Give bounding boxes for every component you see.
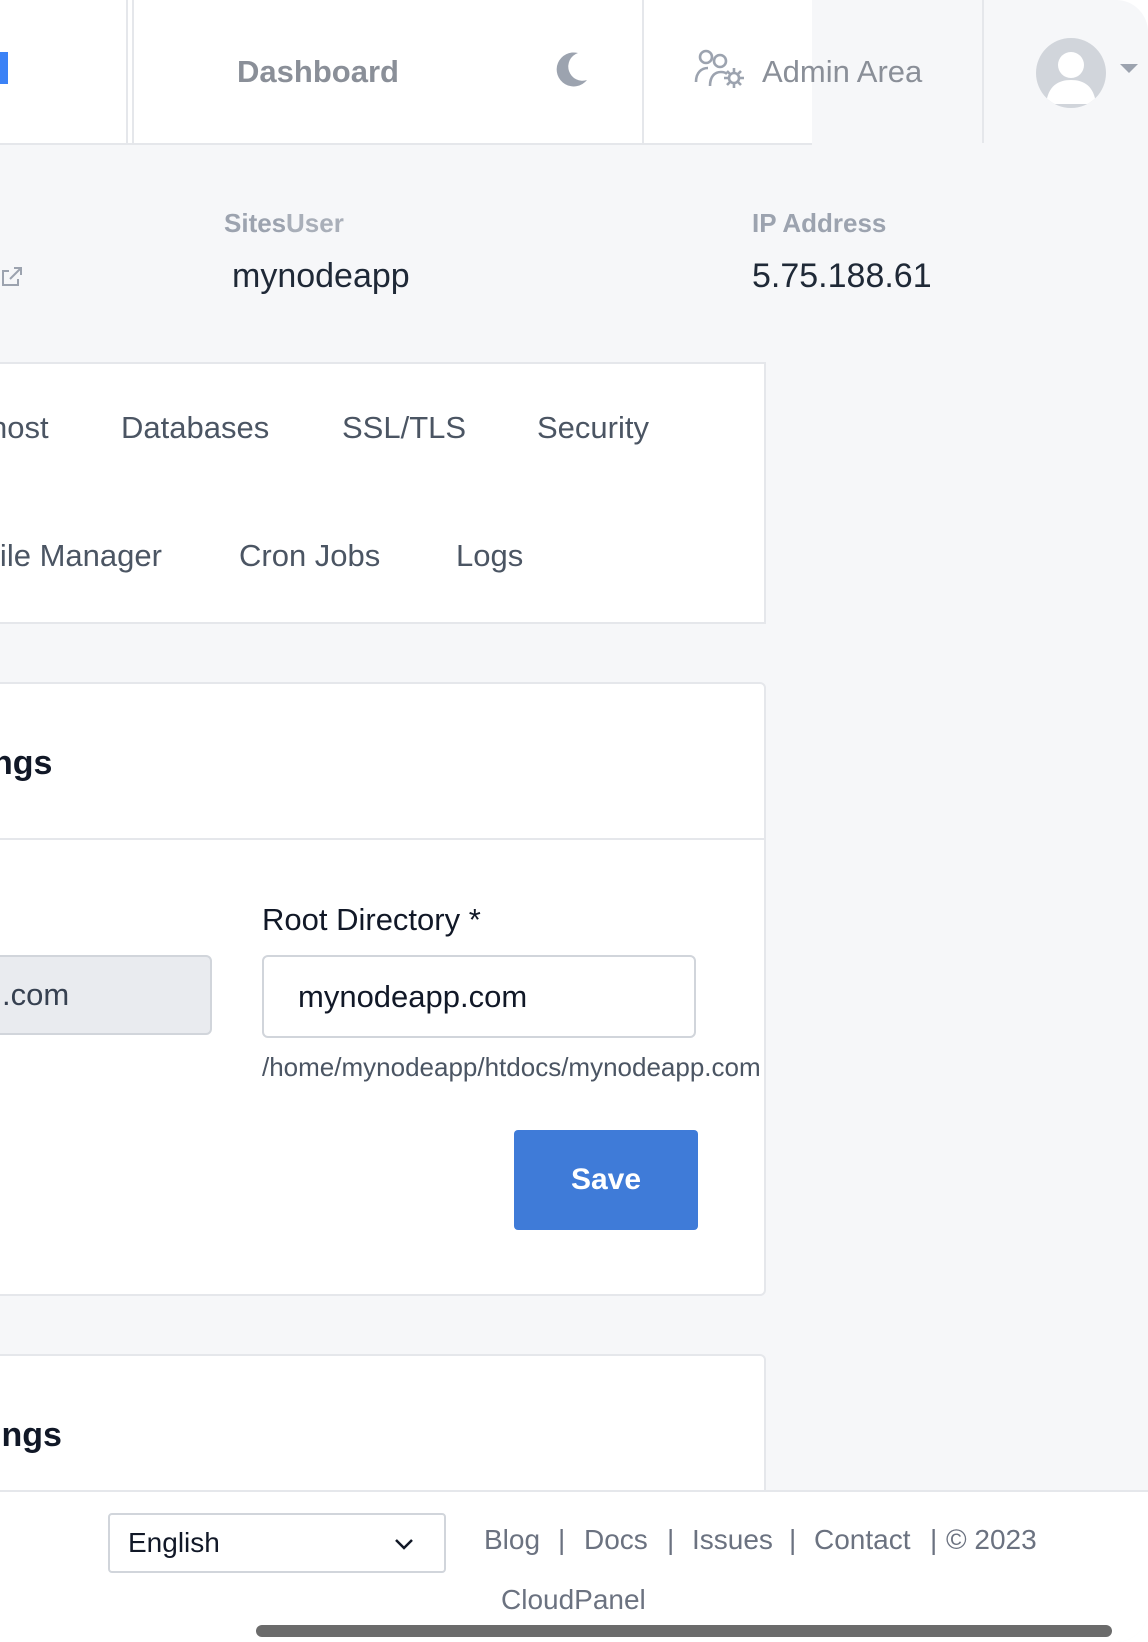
root-directory-label: Root Directory * [262,902,481,937]
external-link-icon[interactable] [0,265,24,294]
footer-link-contact[interactable]: Contact [814,1524,911,1556]
chevron-down-icon[interactable] [1120,64,1138,73]
info-sites-label: Sites [224,208,287,238]
nav-dashboard[interactable]: Dashboard [132,0,502,143]
top-navigation: Dashboard Admin Area [0,0,922,145]
moon-icon [554,50,590,93]
domain-field: .com [0,955,212,1035]
footer-link-issues[interactable]: Issues [692,1524,773,1556]
info-ip-label: IP Address [752,208,887,238]
tab-security[interactable]: Security [537,410,649,446]
nav-admin-area-label: Admin Area [762,53,923,89]
nav-divider [126,0,128,143]
footer-copyright: © 2023 [946,1524,1037,1555]
footer-separator: | [930,1524,938,1555]
tab-file-manager[interactable]: File Manager [0,538,162,574]
root-directory-input[interactable] [262,955,696,1038]
tab-databases[interactable]: Databases [121,410,269,446]
user-avatar-icon[interactable] [1036,38,1106,108]
tab-ssl-tls[interactable]: SSL/TLS [342,410,466,446]
info-user-value: mynodeapp [232,257,410,295]
tab-vhost[interactable]: host [0,410,49,446]
horizontal-scrollbar[interactable] [256,1625,1112,1637]
second-card-title: ings [0,1416,62,1454]
language-select-value: English [128,1527,220,1558]
nav-dashboard-label: Dashboard [237,53,399,89]
settings-card-title: ngs [0,744,53,782]
theme-toggle-button[interactable] [502,0,644,143]
footer-link-docs[interactable]: Docs [584,1524,648,1556]
app-viewport: Dashboard Admin Area Sites User mynodeap… [0,0,1148,1642]
tab-cron-jobs[interactable]: Cron Jobs [239,538,380,574]
footer-separator: | [789,1524,797,1555]
footer-brand[interactable]: CloudPanel [501,1584,646,1616]
root-directory-path: /home/mynodeapp/htdocs/mynodeapp.com [262,1052,761,1082]
domain-field-value: .com [2,977,70,1012]
save-button[interactable]: Save [514,1130,698,1230]
users-gear-icon [662,48,762,96]
brand-logo[interactable] [0,52,8,84]
language-select[interactable]: English [108,1513,446,1573]
nav-admin-area[interactable]: Admin Area [662,0,962,143]
chevron-down-icon [392,1531,416,1563]
footer-separator: | [558,1524,566,1555]
tab-logs[interactable]: Logs [456,538,523,574]
card-divider [0,838,764,840]
info-ip-value: 5.75.188.61 [752,257,932,295]
footer-separator: | [667,1524,675,1555]
footer-link-blog[interactable]: Blog [484,1524,540,1556]
info-user-label: User [286,208,344,238]
site-tabs [0,362,766,624]
